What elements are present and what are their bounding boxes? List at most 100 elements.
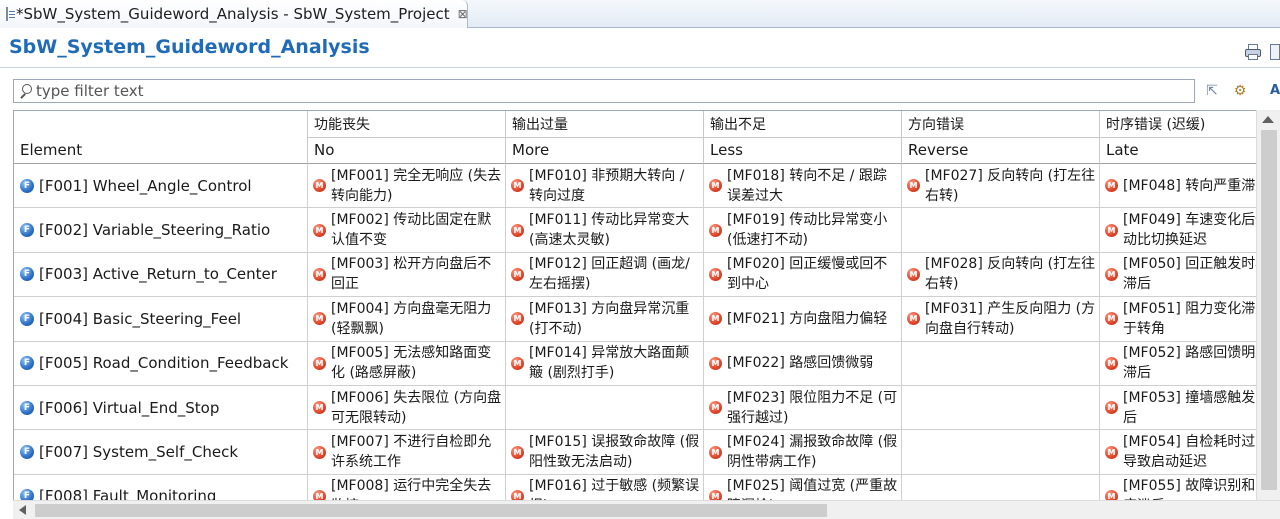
malfunction-icon: M [511,445,524,459]
table-cell[interactable]: M [MF054] 自检耗时过长导致启动延迟 [1100,430,1280,475]
settings-icon[interactable]: ⚙ [1231,82,1249,100]
table-cell[interactable]: M [MF013] 方向盘异常沉重 (打不动) [506,297,704,342]
table-row-element[interactable]: F [F001] Wheel_Angle_Control [14,164,308,209]
horizontal-scrollbar[interactable] [13,500,1280,519]
malfunction-icon: M [709,312,722,326]
column-header-guideword-cn: 输出过量 [506,112,703,138]
table-cell[interactable]: M [MF031] 产生反向阻力 (方向盘自行转动) [902,297,1100,342]
table-cell[interactable]: M [MF004] 方向盘毫无阻力 (轻飘飘) [308,297,506,342]
malfunction-label: [MF001] 完全无响应 (失去转向能力) [331,167,502,204]
table-cell[interactable]: M [MF010] 非预期大转向 / 转向过度 [506,164,704,209]
table-cell[interactable]: M [MF024] 漏报致命故障 (假阴性带病工作) [704,430,902,475]
function-icon: F [20,311,34,326]
table-cell[interactable]: M [MF006] 失去限位 (方向盘可无限转动) [308,385,506,431]
table-cell[interactable]: M [MF028] 反向转向 (打左往右转) [902,252,1100,298]
column-header-guideword-en: Late [1106,141,1139,159]
malfunction-label: [MF019] 传动比异常变小 (低速打不动) [727,212,888,249]
table-cell[interactable]: M [MF053] 撞墙感触发滞后 [1100,385,1280,431]
horizontal-scroll-thumb[interactable] [35,504,827,517]
table-cell[interactable]: M [MF018] 转向不足 / 跟踪误差过大 [704,164,902,209]
malfunction-icon: M [313,223,326,237]
table-cell[interactable]: M [MF021] 方向盘阻力偏轻 [704,297,902,342]
table-cell[interactable]: M [MF005] 无法感知路面变化 (路感屏蔽) [308,341,506,386]
column-header-element[interactable]: Element [14,111,308,164]
column-header-reverse[interactable]: 方向错误 Reverse [902,111,1100,164]
malfunction-icon: M [1105,179,1118,193]
element-label: [F005] Road_Condition_Feedback [39,354,289,373]
table-row-element[interactable]: F [F004] Basic_Steering_Feel [14,297,308,342]
table-cell[interactable]: M [MF003] 松开方向盘后不回正 [308,252,506,298]
close-icon[interactable]: ⊠ [458,8,468,20]
table-cell[interactable]: M [MF022] 路感回馈微弱 [704,341,902,386]
table-cell[interactable]: M [MF014] 异常放大路面颠簸 (剧烈打手) [506,341,704,386]
column-header-guideword-cn: 输出不足 [704,112,901,138]
table-cell[interactable]: M [MF011] 传动比异常变大 (高速太灵敏) [506,208,704,253]
filter-box [13,79,1195,103]
table-cell[interactable]: M [MF007] 不进行自检即允许系统工作 [308,430,506,475]
malfunction-icon: M [709,401,722,415]
malfunction-label: [MF012] 回正超调 (画龙/左右摇摆) [529,256,690,293]
table-row-element[interactable]: F [F003] Active_Return_to_Center [14,252,308,298]
function-icon: F [20,445,34,460]
malfunction-label: [MF014] 异常放大路面颠簸 (剧烈打手) [529,345,690,382]
editor-tab[interactable]: *SbW_System_Guideword_Analysis - SbW_Sys… [0,0,468,28]
column-header-less[interactable]: 输出不足 Less [704,111,902,164]
malfunction-icon: M [1105,401,1118,415]
table-cell[interactable]: M [MF002] 传动比固定在默认值不变 [308,208,506,253]
table-row-element[interactable]: F [F007] System_Self_Check [14,430,308,475]
table-cell[interactable]: M [MF001] 完全无响应 (失去转向能力) [308,164,506,209]
malfunction-icon: M [1105,356,1118,370]
table-cell[interactable]: M [MF020] 回正缓慢或回不到中心 [704,252,902,298]
malfunction-icon: M [1105,445,1118,459]
table-cell[interactable] [902,430,1100,475]
malfunction-label: [MF010] 非预期大转向 / 转向过度 [529,167,685,204]
scroll-up-arrow-icon[interactable] [1262,116,1274,123]
export-icon[interactable]: ⇱ [1203,82,1221,100]
malfunction-label: [MF021] 方向盘阻力偏轻 [727,310,888,327]
table-cell[interactable]: M [MF052] 路感回馈明显滞后 [1100,341,1280,386]
table-row-element[interactable]: F [F005] Road_Condition_Feedback [14,341,308,386]
table-cell[interactable]: M [MF023] 限位阻力不足 (可强行越过) [704,385,902,431]
print-icon[interactable] [1245,44,1261,60]
document-icon[interactable] [1270,44,1280,60]
malfunction-icon: M [511,223,524,237]
malfunction-icon: M [313,401,326,415]
column-header-more[interactable]: 输出过量 More [506,111,704,164]
table-cell[interactable]: M [MF027] 反向转向 (打左往右转) [902,164,1100,209]
table-cell[interactable]: M [MF049] 车速变化后传动比切换延迟 [1100,208,1280,253]
table-cell[interactable]: M [MF012] 回正超调 (画龙/左右摇摆) [506,252,704,298]
table-cell[interactable] [902,208,1100,253]
element-label: [F004] Basic_Steering_Feel [39,309,242,328]
malfunction-label: [MF015] 误报致命故障 (假阳性致无法启动) [529,434,700,471]
malfunction-label: [MF002] 传动比固定在默认值不变 [331,212,492,249]
malfunction-icon: M [511,267,524,281]
malfunction-icon: M [709,179,722,193]
table-row-element[interactable]: F [F006] Virtual_End_Stop [14,385,308,431]
table-cell[interactable]: M [MF051] 阻力变化滞后于转角 [1100,297,1280,342]
malfunction-icon: M [709,356,722,370]
table-row-element[interactable]: F [F002] Variable_Steering_Ratio [14,208,308,253]
element-label: [F001] Wheel_Angle_Control [39,176,252,195]
column-header-guideword-en: Reverse [908,141,969,159]
table-cell[interactable] [902,385,1100,431]
table-cell[interactable]: M [MF019] 传动比异常变小 (低速打不动) [704,208,902,253]
font-size-icon[interactable]: A [1266,82,1280,100]
malfunction-label: [MF031] 产生反向阻力 (方向盘自行转动) [925,300,1096,337]
malfunction-icon: M [313,267,326,281]
vertical-scrollbar[interactable] [1256,110,1280,500]
table-cell[interactable]: M [MF050] 回正触发时机滞后 [1100,252,1280,298]
table-cell[interactable]: M [MF048] 转向严重滞后 [1100,164,1280,209]
column-header-guideword-en: More [512,141,550,159]
malfunction-icon: M [313,179,326,193]
column-header-guideword-cn: 时序错误 (迟缓) [1100,112,1279,138]
table-cell[interactable] [902,341,1100,386]
column-header-late[interactable]: 时序错误 (迟缓) Late [1100,111,1280,164]
column-header-guideword-cn: 方向错误 [902,112,1099,138]
vertical-scroll-thumb[interactable] [1261,130,1277,490]
column-header-no[interactable]: 功能丧失 No [308,111,506,164]
table-cell[interactable]: M [MF015] 误报致命故障 (假阳性致无法启动) [506,430,704,475]
malfunction-icon: M [1105,223,1118,237]
table-cell[interactable] [506,385,704,431]
filter-input[interactable] [36,82,1186,100]
scroll-left-arrow-icon[interactable] [19,505,26,515]
